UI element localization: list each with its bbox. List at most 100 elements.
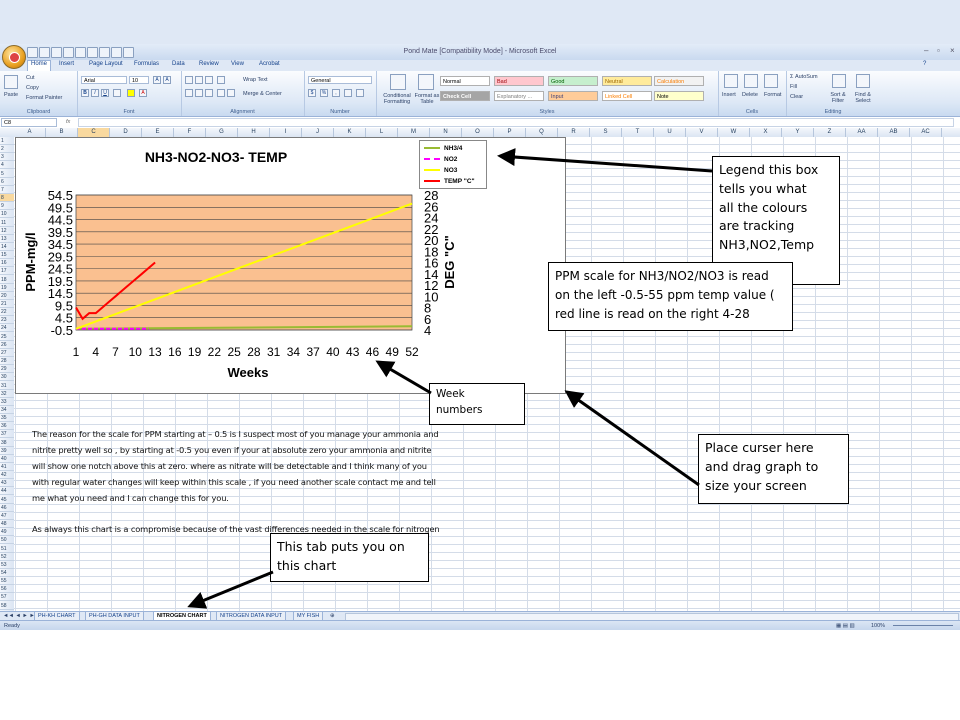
format-painter-button[interactable]: Format Painter — [26, 95, 62, 101]
format-as-table-button[interactable]: Format as Table — [414, 93, 440, 105]
column-header[interactable]: F — [174, 128, 206, 137]
column-header[interactable]: H — [238, 128, 270, 137]
row-header[interactable]: 58 — [0, 602, 14, 610]
row-header[interactable]: 42 — [0, 471, 14, 480]
row-header[interactable]: 6 — [0, 178, 14, 186]
delete-cells-icon[interactable] — [744, 74, 758, 88]
autosum-button[interactable]: Σ AutoSum — [790, 74, 818, 80]
row-header[interactable]: 35 — [0, 414, 14, 423]
column-header[interactable]: U — [654, 128, 686, 137]
tab-formulas[interactable]: Formulas — [134, 61, 159, 67]
insert-sheet-icon[interactable]: ⊕ — [330, 613, 335, 619]
row-header[interactable]: 15 — [0, 251, 14, 260]
find-select-button[interactable]: Find & Select — [850, 92, 876, 104]
row-header[interactable]: 25 — [0, 333, 14, 341]
column-header[interactable]: M — [398, 128, 430, 137]
column-header[interactable]: O — [462, 128, 494, 137]
row-header[interactable]: 52 — [0, 553, 14, 561]
tab-review[interactable]: Review — [199, 61, 219, 67]
column-header[interactable]: P — [494, 128, 526, 137]
view-buttons-icon[interactable]: ▦ ▤ ▥ — [836, 623, 855, 629]
formula-input[interactable] — [78, 118, 954, 127]
close-button[interactable]: × — [950, 46, 955, 55]
row-header[interactable]: 1 — [0, 137, 14, 145]
currency-icon[interactable]: $ — [308, 89, 316, 97]
column-header[interactable]: Y — [782, 128, 814, 137]
row-header[interactable]: 12 — [0, 227, 14, 235]
cut-button[interactable]: Cut — [26, 75, 35, 81]
quick-access-icon[interactable] — [99, 47, 110, 58]
bold-icon[interactable]: B — [81, 89, 89, 97]
tab-acrobat[interactable]: Acrobat — [259, 61, 280, 67]
row-header[interactable]: 33 — [0, 398, 14, 406]
column-header[interactable]: S — [590, 128, 622, 137]
row-header[interactable]: 34 — [0, 406, 14, 414]
row-header[interactable]: 53 — [0, 561, 14, 569]
row-header[interactable]: 29 — [0, 365, 14, 374]
tab-page-layout[interactable]: Page Layout — [89, 61, 123, 67]
fill-color-icon[interactable] — [127, 89, 135, 97]
chart-legend[interactable]: NH3/4 NO2 NO3 TEMP "C" — [419, 140, 487, 189]
paste-icon[interactable] — [4, 75, 18, 89]
copy-button[interactable]: Copy — [26, 85, 39, 91]
row-header[interactable]: 47 — [0, 512, 14, 520]
row-header[interactable]: 10 — [0, 210, 14, 219]
row-header[interactable]: 5 — [0, 170, 14, 178]
row-header[interactable]: 3 — [0, 153, 14, 162]
row-header[interactable]: 57 — [0, 593, 14, 602]
paste-button[interactable]: Paste — [4, 92, 18, 98]
align-left-icon[interactable] — [185, 89, 193, 97]
wrap-text-button[interactable]: Wrap Text — [243, 77, 268, 83]
row-header[interactable]: 16 — [0, 259, 14, 268]
tab-insert[interactable]: Insert — [59, 61, 74, 67]
italic-icon[interactable]: I — [91, 89, 99, 97]
orientation-icon[interactable] — [217, 76, 225, 84]
align-middle-icon[interactable] — [195, 76, 203, 84]
column-header[interactable]: C — [78, 128, 110, 137]
column-header[interactable]: X — [750, 128, 782, 137]
sort-filter-icon[interactable] — [832, 74, 846, 88]
row-header[interactable]: 45 — [0, 496, 14, 504]
tab-view[interactable]: View — [231, 61, 244, 67]
clear-button[interactable]: Clear — [790, 94, 803, 100]
row-header[interactable]: 23 — [0, 316, 14, 325]
zoom-level[interactable]: 100% — [871, 623, 885, 629]
font-name-combo[interactable]: Arial — [81, 76, 127, 84]
decrease-indent-icon[interactable] — [217, 89, 225, 97]
row-header[interactable]: 30 — [0, 373, 14, 382]
row-header[interactable]: 31 — [0, 382, 14, 390]
row-header[interactable]: 32 — [0, 390, 14, 398]
minimize-button[interactable]: – — [924, 46, 928, 55]
cell-style-calculation[interactable]: Calculation — [654, 76, 704, 86]
row-header[interactable]: 19 — [0, 284, 14, 292]
column-header[interactable]: K — [334, 128, 366, 137]
font-color-icon[interactable]: A — [139, 89, 147, 97]
cell-style-check-cell[interactable]: Check Cell — [440, 91, 490, 101]
row-header[interactable]: 48 — [0, 520, 14, 529]
cell-style-bad[interactable]: Bad — [494, 76, 544, 86]
align-center-icon[interactable] — [195, 89, 203, 97]
sort-filter-button[interactable]: Sort & Filter — [826, 92, 850, 104]
row-header[interactable]: 49 — [0, 528, 14, 537]
column-header[interactable]: D — [110, 128, 142, 137]
tab-home[interactable]: Home — [27, 60, 52, 71]
row-header[interactable]: 43 — [0, 479, 14, 488]
column-header[interactable]: Q — [526, 128, 558, 137]
row-header[interactable]: 38 — [0, 439, 14, 447]
row-header[interactable]: 21 — [0, 300, 14, 308]
name-box[interactable]: C8 — [1, 118, 57, 127]
row-header[interactable]: 24 — [0, 324, 14, 333]
row-header[interactable]: 37 — [0, 430, 14, 439]
comma-icon[interactable]: , — [332, 89, 340, 97]
column-header[interactable]: N — [430, 128, 462, 137]
column-header[interactable]: L — [366, 128, 398, 137]
row-header[interactable]: 54 — [0, 569, 14, 577]
row-header[interactable]: 13 — [0, 235, 14, 243]
row-header[interactable]: 39 — [0, 447, 14, 455]
font-size-combo[interactable]: 10 — [129, 76, 149, 84]
format-as-table-icon[interactable] — [418, 74, 434, 90]
row-header[interactable]: 11 — [0, 219, 14, 227]
row-header[interactable]: 56 — [0, 585, 14, 594]
cell-style-neutral[interactable]: Neutral — [602, 76, 652, 86]
row-header[interactable]: 7 — [0, 186, 14, 194]
